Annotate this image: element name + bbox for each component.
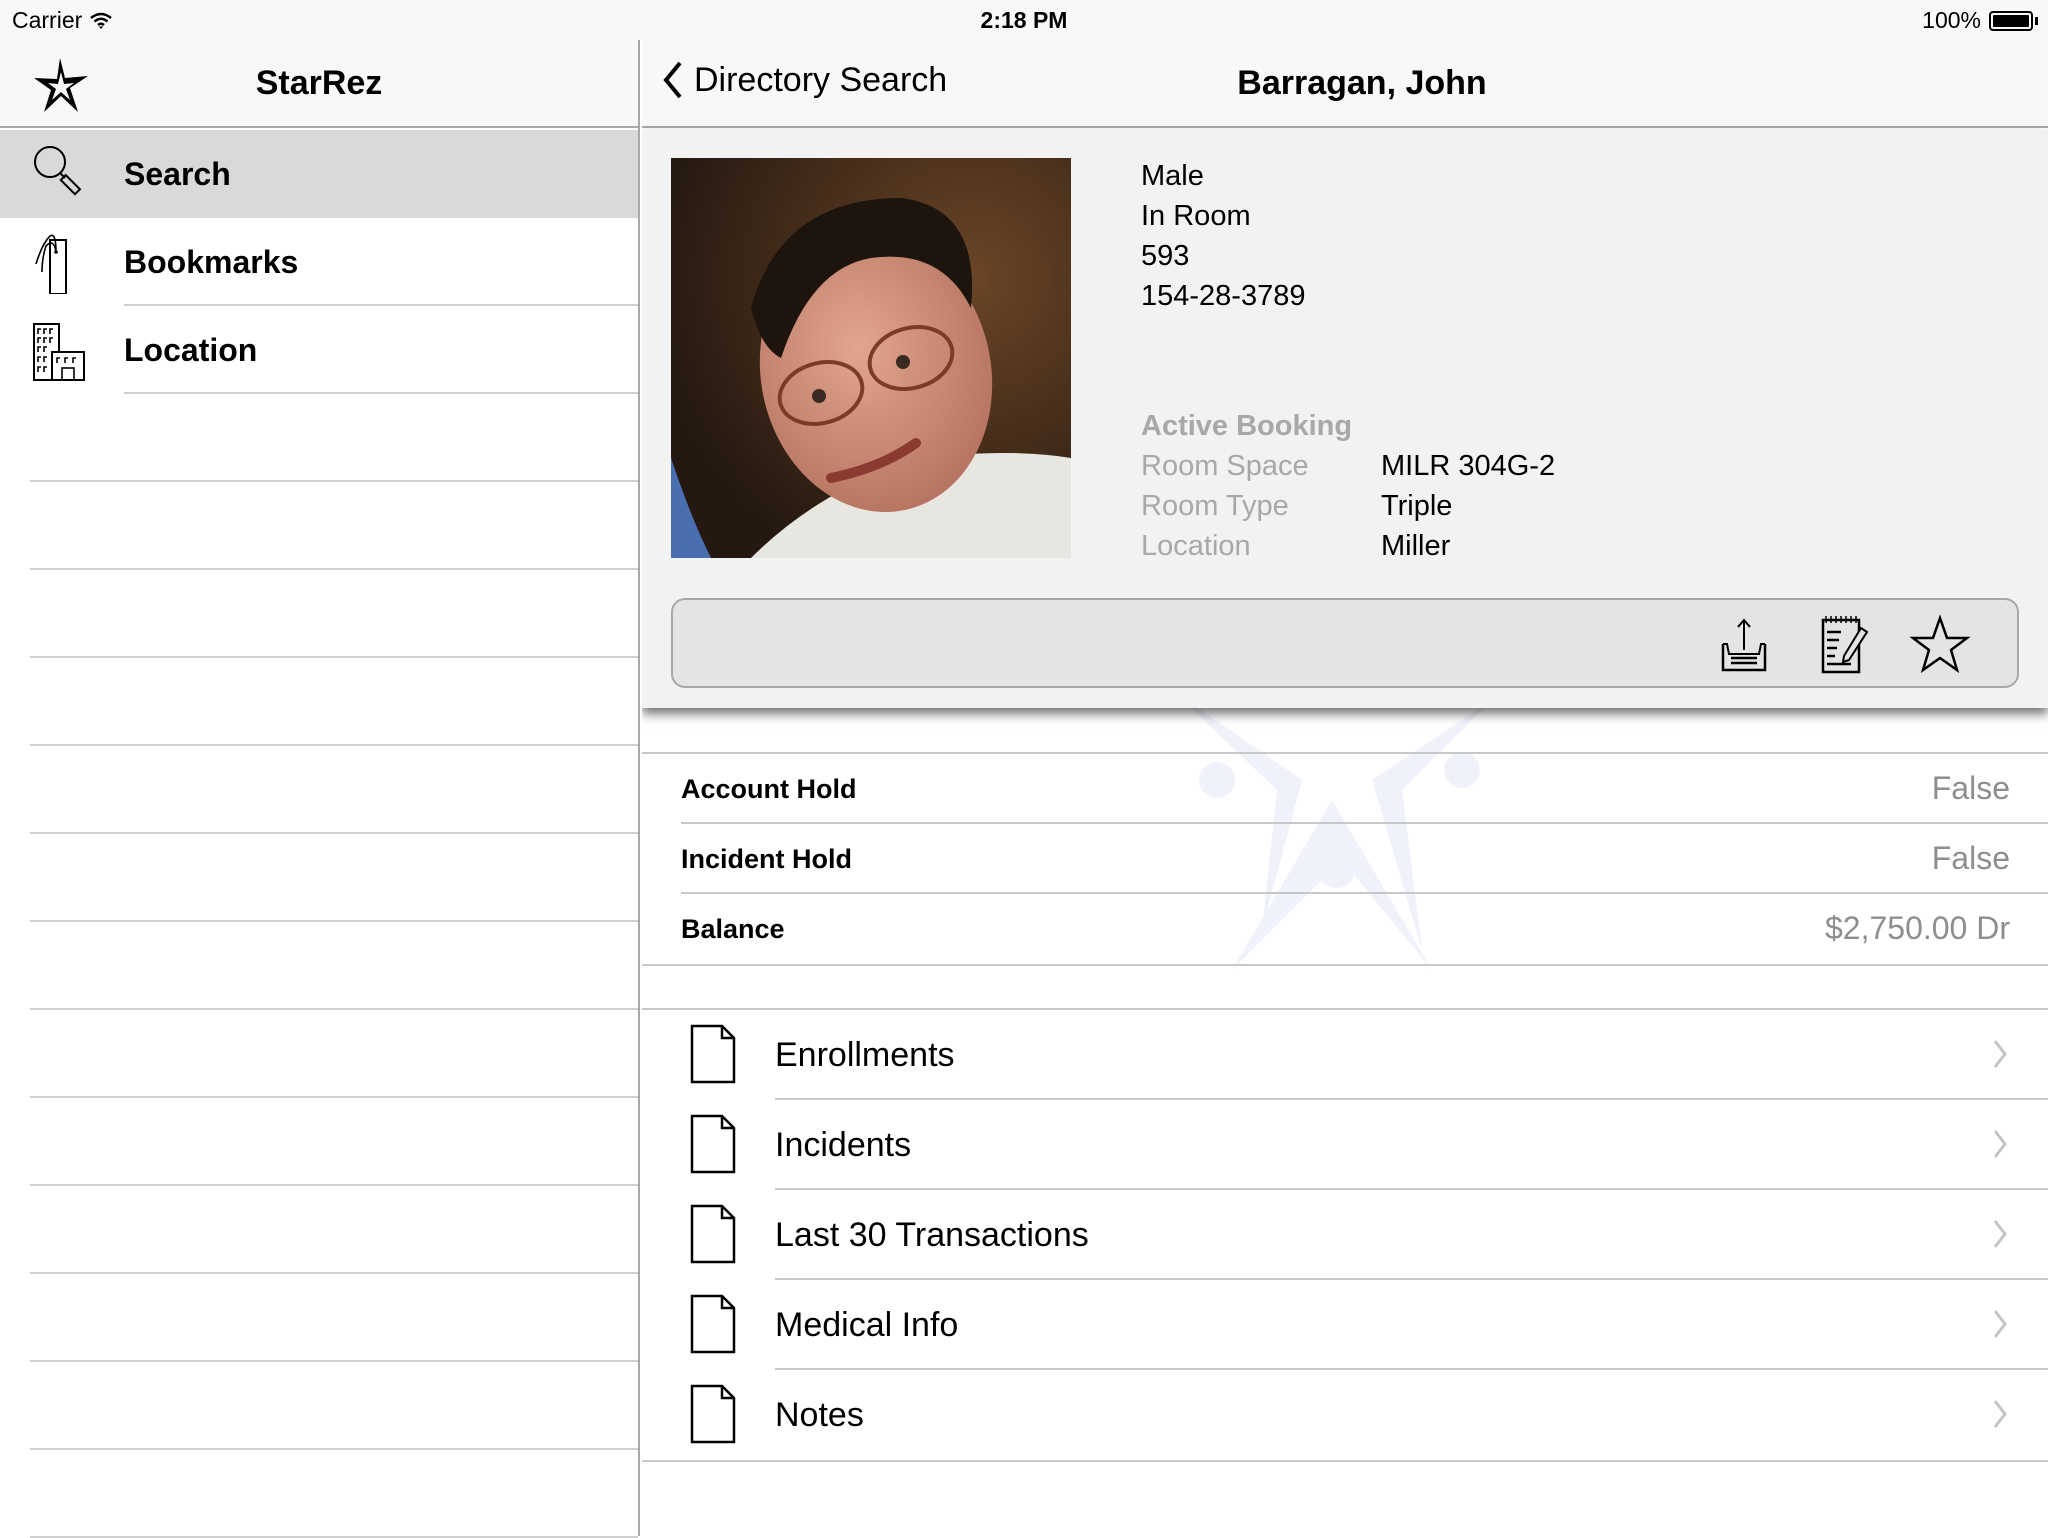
hold-label: Incident Hold: [681, 844, 852, 874]
photo-placeholder-image: [671, 158, 1071, 558]
empty-row: [0, 1010, 638, 1098]
booking-row: Location Miller: [1141, 526, 1555, 566]
entry-id: 593: [1141, 240, 1190, 272]
empty-row: [0, 658, 638, 746]
sidebar-header: StarRez: [0, 40, 638, 128]
ssn: 154-28-3789: [1141, 280, 1306, 312]
empty-row: [0, 746, 638, 834]
battery-fill: [1993, 14, 2029, 27]
booking-row: Room Type Triple: [1141, 486, 1555, 526]
hold-row-incident-hold: Incident Hold False: [642, 824, 2048, 894]
document-icon: [690, 1024, 736, 1084]
booking-row: Room Space MILR 304G-2: [1141, 446, 1555, 486]
detail-links-list: Enrollments Incidents Last 30 Transactio…: [642, 1008, 2048, 1462]
occupancy-status: In Room: [1141, 200, 1251, 232]
empty-row: [0, 1450, 638, 1538]
link-medical-info[interactable]: Medical Info: [642, 1280, 2048, 1370]
sidebar-item-bookmarks[interactable]: Bookmarks: [0, 218, 638, 306]
hold-label: Account Hold: [681, 774, 857, 804]
navigation-bar: Directory Search Barragan, John: [642, 40, 2048, 128]
document-icon: [690, 1204, 736, 1264]
chevron-right-icon: [1993, 1400, 2007, 1428]
sidebar-item-search[interactable]: Search: [0, 130, 638, 218]
empty-row: [0, 570, 638, 658]
empty-row: [0, 1274, 638, 1362]
bookmark-icon: [35, 234, 67, 294]
empty-row: [0, 1186, 638, 1274]
link-label: Incidents: [775, 1126, 912, 1164]
hold-label: Balance: [681, 914, 785, 944]
empty-row: [0, 922, 638, 1010]
clock: 2:18 PM: [980, 7, 1068, 33]
sidebar-item-label: Bookmarks: [124, 243, 299, 280]
link-incidents[interactable]: Incidents: [642, 1100, 2048, 1190]
booking-value: Triple: [1381, 490, 1453, 522]
chevron-right-icon: [1993, 1220, 2007, 1248]
search-icon: [34, 146, 82, 196]
document-icon: [690, 1114, 736, 1174]
status-bar: Carrier 2:18 PM 100%: [0, 0, 2048, 40]
link-last-30-transactions[interactable]: Last 30 Transactions: [642, 1190, 2048, 1280]
gender: Male: [1141, 160, 1204, 192]
hold-row-account-hold: Account Hold False: [642, 754, 2048, 824]
battery-tip: [2035, 16, 2038, 25]
empty-row: [0, 394, 638, 482]
notepad-edit-icon[interactable]: [1811, 614, 1873, 676]
battery-indicator: 100%: [1922, 7, 2038, 34]
sidebar-item-label: Location: [124, 331, 258, 368]
battery-percent: 100%: [1922, 7, 1981, 33]
document-icon: [690, 1384, 736, 1444]
detail-pane: Directory Search Barragan, John Male In …: [642, 0, 2048, 1536]
empty-row: [0, 482, 638, 570]
profile-info: Male In Room 593 154-28-3789: [1141, 156, 1305, 316]
profile-photo: [671, 158, 1071, 558]
chevron-right-icon: [1993, 1310, 2007, 1338]
link-label: Enrollments: [775, 1036, 955, 1074]
app-title: StarRez: [255, 64, 383, 102]
chevron-right-icon: [1993, 1040, 2007, 1068]
link-label: Medical Info: [775, 1306, 959, 1344]
building-icon: [33, 323, 85, 381]
booking-value: Miller: [1381, 530, 1451, 562]
empty-row: [0, 1098, 638, 1186]
booking-label: Room Space: [1141, 450, 1309, 482]
link-notes[interactable]: Notes: [642, 1370, 2048, 1460]
link-label: Last 30 Transactions: [775, 1216, 1089, 1254]
booking-label: Room Type: [1141, 490, 1289, 522]
hold-row-balance: Balance $2,750.00 Dr: [642, 894, 2048, 964]
booking-label: Location: [1141, 530, 1251, 562]
empty-row: [0, 1362, 638, 1450]
empty-row: [0, 834, 638, 922]
page-title: Barragan, John: [1237, 64, 1487, 102]
hold-value: $2,750.00 Dr: [1824, 910, 2010, 946]
link-label: Notes: [775, 1396, 864, 1434]
share-upload-icon[interactable]: [1713, 614, 1775, 676]
chevron-right-icon: [1993, 1130, 2007, 1158]
document-icon: [690, 1294, 736, 1354]
booking-heading: Active Booking: [1141, 410, 1353, 442]
hold-value: False: [1931, 840, 2010, 876]
sidebar-item-label: Search: [124, 155, 231, 192]
sidebar-menu: Search Bookmarks Location: [0, 130, 638, 1538]
active-booking: Active Booking Room Space MILR 304G-2 Ro…: [1141, 406, 1555, 566]
action-toolbar: [671, 598, 2019, 688]
star-outline-icon[interactable]: [1909, 614, 1971, 676]
profile-card: Male In Room 593 154-28-3789 Active Book…: [642, 130, 2048, 708]
sidebar-item-location[interactable]: Location: [0, 306, 638, 394]
booking-value: MILR 304G-2: [1381, 450, 1556, 482]
sidebar: StarRez Search Bookmarks Location: [0, 0, 640, 1538]
link-enrollments[interactable]: Enrollments: [642, 1010, 2048, 1100]
hold-value: False: [1931, 770, 2010, 806]
holds-table: Account Hold False Incident Hold False B…: [642, 752, 2048, 966]
battery-icon: [1989, 10, 2033, 31]
